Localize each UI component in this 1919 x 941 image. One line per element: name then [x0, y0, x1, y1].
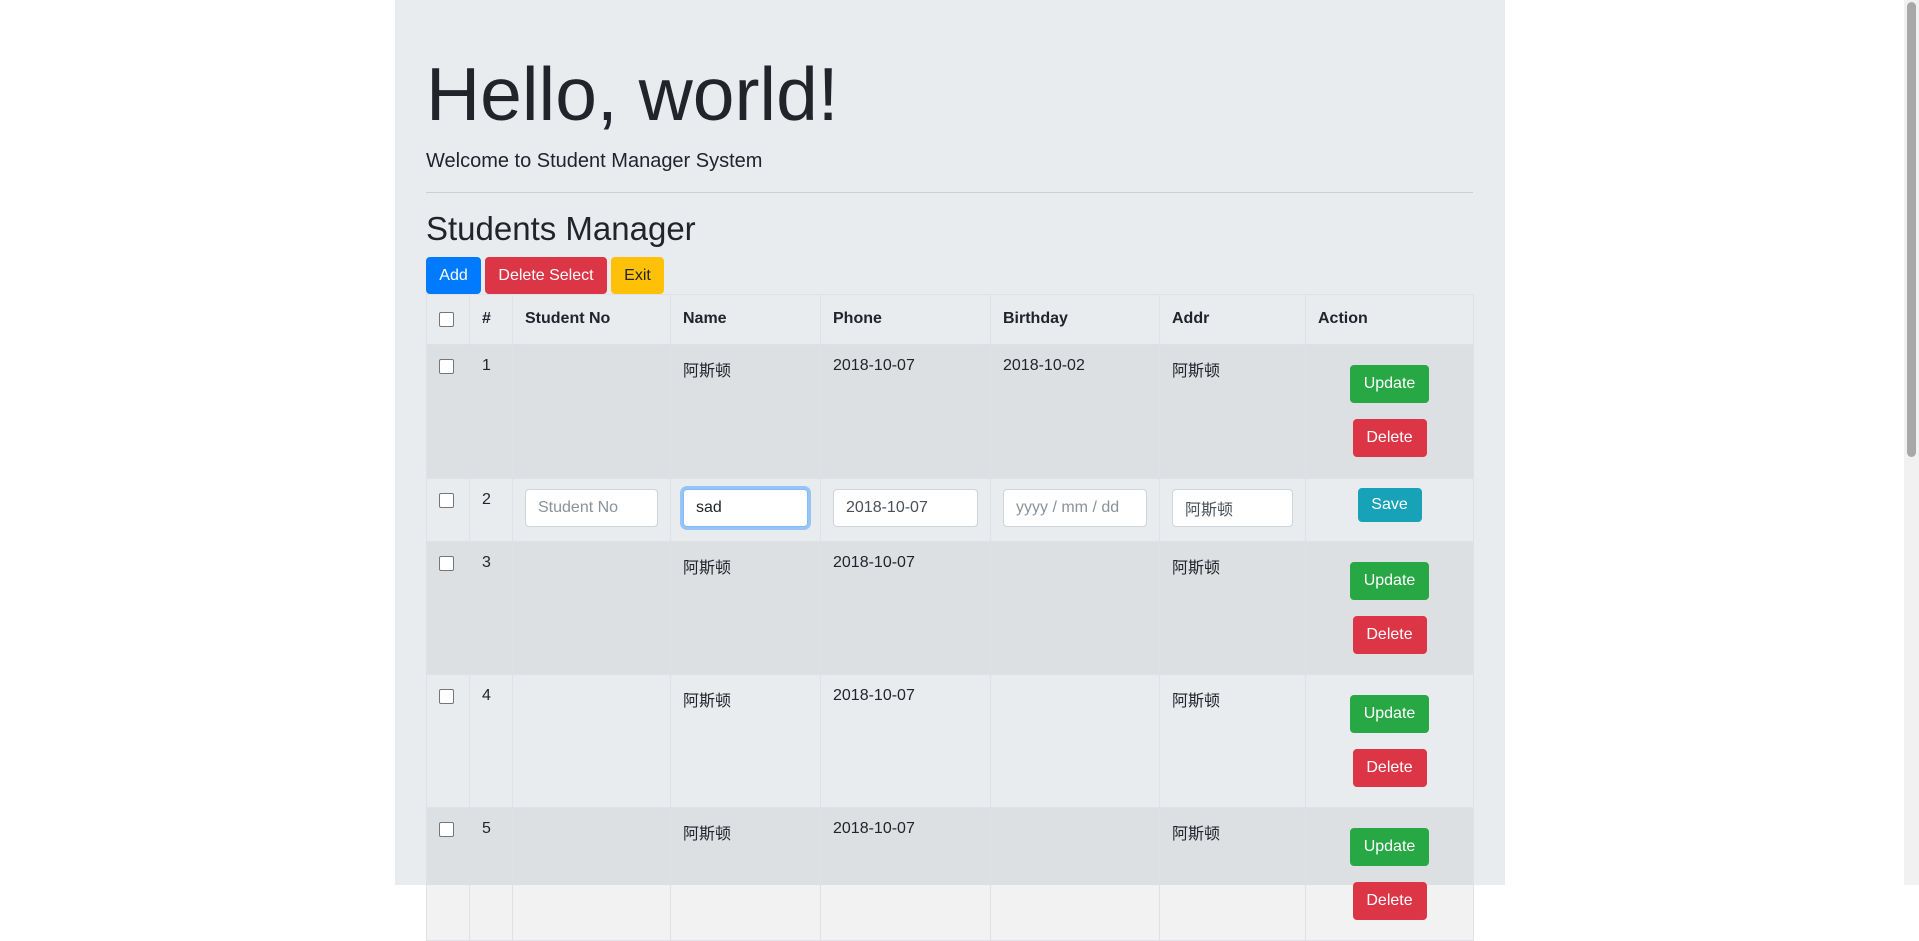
update-button[interactable]: Update — [1350, 695, 1429, 733]
row-select-cell — [426, 807, 470, 941]
table-row: 1 阿斯顿 2018-10-07 2018-10-02 阿斯顿 Update D… — [426, 344, 1474, 479]
row-checkbox[interactable] — [439, 822, 454, 837]
row-number: 1 — [469, 344, 513, 479]
student-no-input[interactable] — [525, 489, 658, 527]
row-checkbox[interactable] — [439, 359, 454, 374]
row-number: 4 — [469, 674, 513, 808]
column-header-phone: Phone — [820, 294, 991, 345]
birthday-date-input[interactable] — [1003, 489, 1147, 527]
phone-cell: 2018-10-07 — [820, 807, 991, 941]
addr-cell: 阿斯顿 — [1159, 344, 1306, 479]
birthday-cell — [990, 541, 1160, 675]
name-input[interactable] — [683, 489, 808, 527]
column-header-name: Name — [670, 294, 821, 345]
row-checkbox[interactable] — [439, 689, 454, 704]
table-row: 4 阿斯顿 2018-10-07 阿斯顿 Update Delete — [426, 674, 1474, 808]
phone-cell: 2018-10-07 — [820, 541, 991, 675]
addr-cell: 阿斯顿 — [1159, 674, 1306, 808]
page-title: Hello, world! — [426, 52, 839, 136]
column-header-addr: Addr — [1159, 294, 1306, 345]
student-no-cell — [512, 541, 671, 675]
phone-edit-cell — [820, 478, 991, 542]
update-button[interactable]: Update — [1350, 828, 1429, 866]
select-all-checkbox[interactable] — [439, 312, 454, 327]
name-cell: 阿斯顿 — [670, 674, 821, 808]
section-title: Students Manager — [426, 210, 696, 247]
exit-button[interactable]: Exit — [611, 257, 664, 294]
save-button[interactable]: Save — [1357, 488, 1422, 522]
action-cell: Save — [1305, 478, 1474, 542]
row-number: 3 — [469, 541, 513, 675]
update-button[interactable]: Update — [1350, 365, 1429, 403]
table-row: 3 阿斯顿 2018-10-07 阿斯顿 Update Delete — [426, 541, 1474, 675]
row-select-cell — [426, 674, 470, 808]
birthday-edit-cell — [990, 478, 1160, 542]
addr-cell: 阿斯顿 — [1159, 807, 1306, 941]
students-table: # Student No Name Phone Birthday Addr Ac… — [426, 294, 1474, 941]
student-no-edit-cell — [512, 478, 671, 542]
phone-cell: 2018-10-07 — [820, 674, 991, 808]
student-no-cell — [512, 807, 671, 941]
addr-edit-cell — [1159, 478, 1306, 542]
student-no-cell — [512, 674, 671, 808]
select-all-cell — [426, 294, 470, 345]
name-cell: 阿斯顿 — [670, 541, 821, 675]
row-number: 5 — [469, 807, 513, 941]
update-button[interactable]: Update — [1350, 562, 1429, 600]
name-cell: 阿斯顿 — [670, 344, 821, 479]
row-select-cell — [426, 344, 470, 479]
column-header-birthday: Birthday — [990, 294, 1160, 345]
name-cell: 阿斯顿 — [670, 807, 821, 941]
welcome-text: Welcome to Student Manager System — [426, 150, 763, 172]
action-cell: Update Delete — [1305, 674, 1474, 808]
birthday-cell: 2018-10-02 — [990, 344, 1160, 479]
name-edit-cell — [670, 478, 821, 542]
birthday-cell — [990, 807, 1160, 941]
table-row-editing: 2 Save — [426, 478, 1474, 542]
row-select-cell — [426, 478, 470, 542]
add-button[interactable]: Add — [426, 257, 481, 294]
page-scrollbar[interactable] — [1904, 0, 1919, 885]
scrollbar-thumb[interactable] — [1907, 2, 1916, 457]
birthday-cell — [990, 674, 1160, 808]
row-checkbox[interactable] — [439, 493, 454, 508]
row-select-cell — [426, 541, 470, 675]
student-no-cell — [512, 344, 671, 479]
action-cell: Update Delete — [1305, 541, 1474, 675]
phone-input[interactable] — [833, 489, 978, 527]
addr-cell: 阿斯顿 — [1159, 541, 1306, 675]
column-header-student-no: Student No — [512, 294, 671, 345]
delete-select-button[interactable]: Delete Select — [485, 257, 607, 294]
action-cell: Update Delete — [1305, 807, 1474, 941]
table-header-row: # Student No Name Phone Birthday Addr Ac… — [426, 294, 1474, 345]
divider — [426, 192, 1473, 193]
addr-input[interactable] — [1172, 489, 1293, 527]
jumbotron: Hello, world! Welcome to Student Manager… — [395, 0, 1505, 941]
delete-button[interactable]: Delete — [1352, 616, 1427, 654]
column-header-number: # — [469, 294, 513, 345]
column-header-action: Action — [1305, 294, 1474, 345]
row-checkbox[interactable] — [439, 556, 454, 571]
delete-button[interactable]: Delete — [1352, 882, 1427, 920]
delete-button[interactable]: Delete — [1352, 419, 1427, 457]
table-row: 5 阿斯顿 2018-10-07 阿斯顿 Update Delete — [426, 807, 1474, 941]
phone-cell: 2018-10-07 — [820, 344, 991, 479]
delete-button[interactable]: Delete — [1352, 749, 1427, 787]
action-cell: Update Delete — [1305, 344, 1474, 479]
row-number: 2 — [469, 478, 513, 542]
